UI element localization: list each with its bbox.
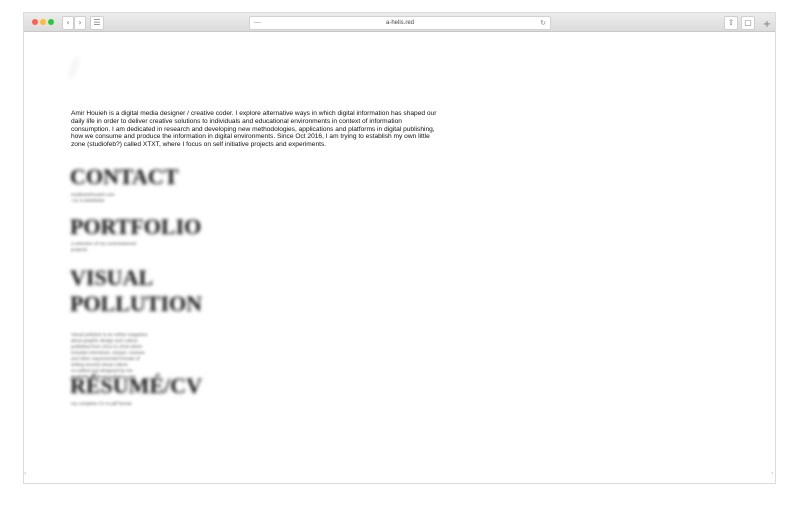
portfolio-heading[interactable]: PORTFOLIO — [70, 214, 201, 239]
back-button[interactable]: ‹ — [62, 16, 74, 30]
sidebar-toggle-button[interactable]: ☰ — [90, 16, 104, 30]
portfolio-description-line: projects — [71, 247, 88, 252]
show-tabs-button[interactable]: ▢ — [741, 16, 755, 30]
page-content: / Amir Houieh is a digital media designe… — [48, 32, 775, 483]
close-window-button[interactable] — [32, 19, 38, 25]
visual-pollution-heading-line2[interactable]: POLLUTION — [70, 291, 202, 316]
scroll-right-icon: › — [771, 470, 774, 477]
new-tab-button[interactable]: + — [762, 20, 772, 30]
share-button[interactable]: ⇧ — [724, 16, 738, 30]
contact-heading[interactable]: CONTACT — [70, 164, 178, 189]
intro-paragraph: Amir Houieh is a digital media designer … — [71, 110, 437, 149]
browser-toolbar: ‹ › ☰ — a-helis.red ↻ ⇧ ▢ + — [24, 13, 775, 32]
url-text: a-helis.red — [385, 20, 414, 26]
browser-window: ‹ › ☰ — a-helis.red ↻ ⇧ ▢ + / Amir Houie… — [24, 13, 775, 483]
forward-button[interactable]: › — [74, 16, 86, 30]
reload-icon[interactable]: ↻ — [540, 17, 546, 29]
site-logo[interactable]: / — [70, 55, 84, 83]
scroll-left-icon: ‹ — [24, 470, 27, 477]
resume-description[interactable]: my complete CV in pdf format — [71, 401, 132, 407]
resume-heading[interactable]: RÉSUMÉ/CV — [70, 373, 202, 398]
contact-phone[interactable]: +31 6 00000000 — [71, 198, 104, 204]
visual-pollution-heading-line1[interactable]: VISUAL — [70, 265, 153, 290]
address-bar[interactable]: — a-helis.red ↻ — [249, 16, 551, 30]
minimize-window-button[interactable] — [40, 19, 46, 25]
zoom-window-button[interactable] — [48, 19, 54, 25]
